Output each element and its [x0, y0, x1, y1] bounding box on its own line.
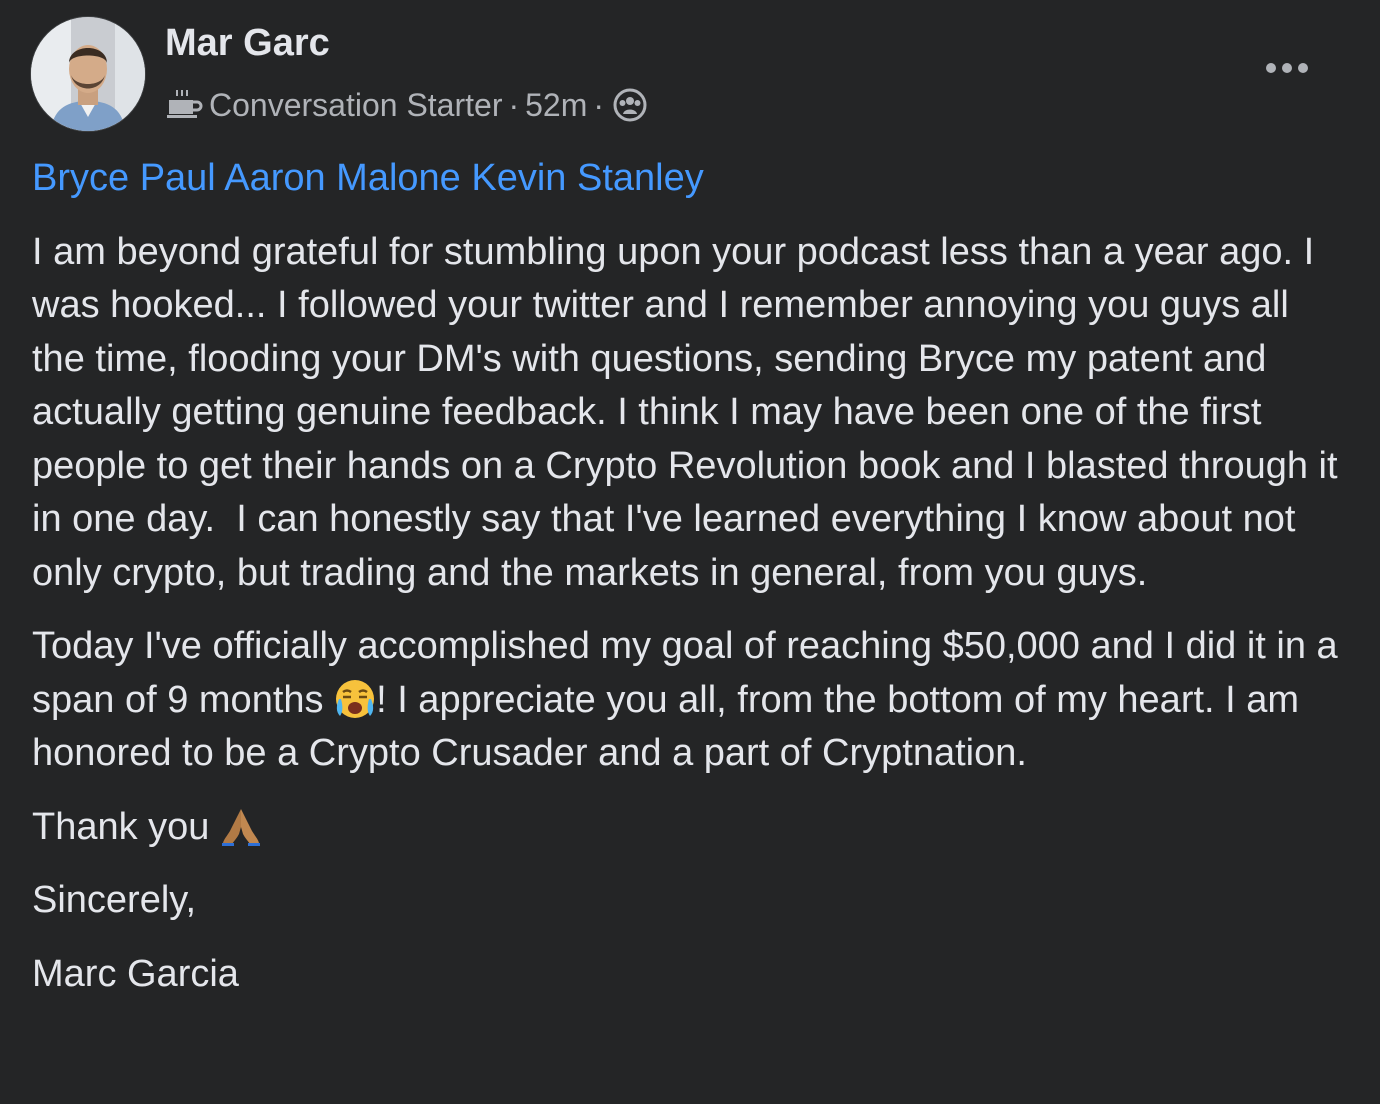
thanks-text: Thank you	[32, 805, 220, 848]
post-card: Mar Garc Conversation Starter · 52m · Br…	[0, 0, 1380, 1104]
more-options-icon	[1298, 63, 1308, 73]
badge-label[interactable]: Conversation Starter	[209, 87, 502, 124]
post-paragraph: I am beyond grateful for stumbling upon …	[32, 230, 1349, 594]
avatar-photo	[31, 17, 145, 131]
mention-link[interactable]: Aaron Malone	[224, 157, 461, 199]
mention-link[interactable]: Kevin Stanley	[471, 157, 703, 199]
closing-line: Sincerely,	[32, 879, 197, 921]
post-timestamp[interactable]: 52m	[525, 87, 587, 124]
post-meta: Conversation Starter · 52m ·	[165, 82, 648, 128]
mention-list: Bryce Paul Aaron Malone Kevin Stanley	[32, 152, 1352, 206]
more-options-button[interactable]	[1254, 48, 1320, 88]
more-options-icon	[1282, 63, 1292, 73]
group-audience-icon[interactable]	[612, 87, 648, 123]
meta-separator: ·	[508, 86, 520, 123]
post-paragraph: Today I've officially accomplished my go…	[32, 620, 1352, 781]
loudly-crying-face-emoji	[334, 678, 376, 720]
coffee-cup-icon	[165, 88, 203, 122]
more-options-icon	[1266, 63, 1276, 73]
mention-link[interactable]: Bryce Paul	[32, 157, 216, 199]
author-avatar[interactable]	[30, 16, 146, 132]
meta-separator: ·	[593, 86, 605, 123]
author-name[interactable]: Mar Garc	[165, 20, 330, 66]
thanks-line: Thank you	[32, 801, 1352, 855]
signature-line: Marc Garcia	[32, 952, 239, 995]
post-body: Bryce Paul Aaron Malone Kevin Stanley I …	[32, 152, 1352, 1021]
folded-hands-emoji	[220, 805, 262, 847]
